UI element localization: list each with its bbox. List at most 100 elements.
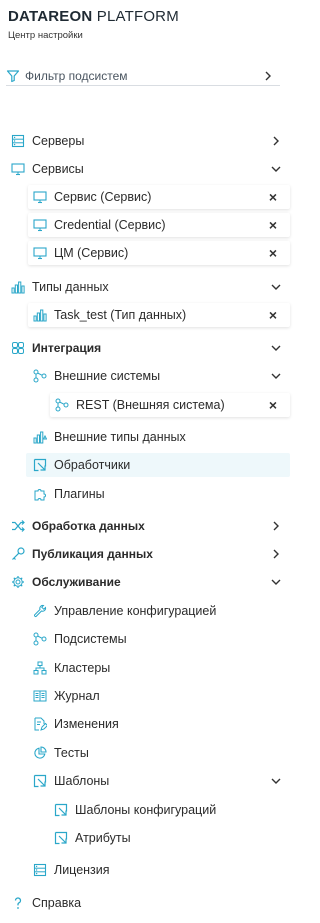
chevron-down-icon[interactable] <box>270 775 282 787</box>
nav-license-label: Лицензия <box>54 863 110 877</box>
cluster-icon <box>32 660 48 676</box>
nav-attributes[interactable]: Атрибуты <box>0 826 298 850</box>
data-type-item[interactable]: Task_test (Тип данных) × <box>28 303 290 327</box>
key-icon <box>10 546 26 562</box>
nav-templates-label: Шаблоны <box>54 774 110 788</box>
close-icon[interactable]: × <box>266 245 280 261</box>
nav-clusters-label: Кластеры <box>54 661 111 675</box>
nav-maintenance[interactable]: Обслуживание <box>0 570 298 594</box>
brand-product: PLATFORM <box>96 8 179 25</box>
gear-icon <box>10 574 26 590</box>
close-icon[interactable]: × <box>266 307 280 323</box>
nav-attributes-label: Атрибуты <box>75 831 131 845</box>
monitor-icon <box>32 245 48 261</box>
book-icon <box>32 688 48 704</box>
nav-maintenance-label: Обслуживание <box>32 575 121 589</box>
nav-services-label: Сервисы <box>32 162 84 176</box>
template-arrow-icon <box>32 773 48 789</box>
monitor-icon <box>32 189 48 205</box>
nav-data-publishing[interactable]: Публикация данных <box>0 542 298 566</box>
brand-name: DATAREON <box>8 8 93 25</box>
nav-servers[interactable]: Серверы <box>0 129 298 153</box>
close-icon[interactable]: × <box>266 189 280 205</box>
nav-journal-label: Журнал <box>54 689 100 703</box>
nav-config-management[interactable]: Управление конфигурацией <box>0 599 298 623</box>
nav-changes[interactable]: Изменения <box>0 712 298 736</box>
chevron-down-icon[interactable] <box>270 576 282 588</box>
nav-handlers-label: Обработчики <box>54 458 131 472</box>
nav-clusters[interactable]: Кластеры <box>0 656 298 680</box>
nav-license[interactable]: Лицензия <box>0 858 298 882</box>
nav-config-templates[interactable]: Шаблоны конфигураций <box>0 798 298 822</box>
nav-data-processing-label: Обработка данных <box>32 519 145 533</box>
external-system-item[interactable]: REST (Внешняя система) × <box>50 393 290 417</box>
service-item[interactable]: Сервис (Сервис) × <box>28 185 290 209</box>
filter-label: Фильтр подсистем <box>25 68 128 83</box>
chevron-down-icon[interactable] <box>270 342 282 354</box>
share-nodes-icon <box>32 368 48 384</box>
chevron-right-icon[interactable] <box>270 520 282 532</box>
nav-plugins[interactable]: Плагины <box>0 482 298 506</box>
service-item-label: Credential (Сервис) <box>54 218 166 232</box>
nav-journal[interactable]: Журнал <box>0 684 298 708</box>
pie-chart-icon <box>32 745 48 761</box>
nav-data-processing[interactable]: Обработка данных <box>0 514 298 538</box>
shuffle-icon <box>10 518 26 534</box>
data-type-item-label: Task_test (Тип данных) <box>54 308 187 322</box>
brand-title: DATAREON PLATFORM <box>8 8 179 25</box>
service-item[interactable]: Credential (Сервис) × <box>28 213 290 237</box>
brand-subtitle: Центр настройки <box>8 30 83 41</box>
close-icon[interactable]: × <box>266 397 280 413</box>
chevron-right-icon[interactable] <box>270 135 282 147</box>
nav-tests-label: Тесты <box>54 746 89 760</box>
chevron-down-icon[interactable] <box>270 370 282 382</box>
close-icon[interactable]: × <box>266 217 280 233</box>
service-item[interactable]: ЦМ (Сервис) × <box>28 241 290 265</box>
bar-chart-icon <box>10 279 26 295</box>
nav-data-publishing-label: Публикация данных <box>32 547 153 561</box>
nav-external-systems[interactable]: Внешние системы <box>0 364 298 388</box>
nav-tests[interactable]: Тесты <box>0 741 298 765</box>
nav-subsystems[interactable]: Подсистемы <box>0 627 298 651</box>
nav-handlers[interactable]: Обработчики <box>26 453 290 477</box>
monitor-icon <box>32 217 48 233</box>
plugin-icon <box>32 486 48 502</box>
data-types-icon <box>32 429 48 445</box>
nav-services[interactable]: Сервисы <box>0 157 298 181</box>
nav-help-label: Справка <box>32 896 82 910</box>
subsystem-filter[interactable]: Фильтр подсистем <box>6 66 280 86</box>
nav-help[interactable]: Справка <box>0 891 298 915</box>
nav-changes-label: Изменения <box>54 717 119 731</box>
chevron-right-icon[interactable] <box>262 70 274 82</box>
nav-data-types[interactable]: Типы данных <box>0 275 298 299</box>
chevron-right-icon[interactable] <box>270 548 282 560</box>
handler-arrow-icon <box>32 457 48 473</box>
nav-external-systems-label: Внешние системы <box>54 369 161 383</box>
wrench-icon <box>32 603 48 619</box>
filter-icon <box>6 69 20 83</box>
nav-integration[interactable]: Интеграция <box>0 336 298 360</box>
chevron-down-icon[interactable] <box>270 281 282 293</box>
nav-data-types-label: Типы данных <box>32 280 109 294</box>
bar-chart-icon <box>32 307 48 323</box>
monitor-icon <box>10 161 26 177</box>
license-icon <box>32 862 48 878</box>
question-icon <box>10 895 26 911</box>
share-nodes-icon <box>32 631 48 647</box>
external-system-item-label: REST (Внешняя система) <box>76 398 225 412</box>
nav-external-data-types-label: Внешние типы данных <box>54 430 186 444</box>
template-arrow-icon <box>53 802 69 818</box>
puzzle-icon <box>10 340 26 356</box>
nav-templates[interactable]: Шаблоны <box>0 769 298 793</box>
service-item-label: ЦМ (Сервис) <box>54 246 129 260</box>
nav-integration-label: Интеграция <box>32 341 102 355</box>
nav-servers-label: Серверы <box>32 134 85 148</box>
chevron-down-icon[interactable] <box>270 163 282 175</box>
edit-document-icon <box>32 716 48 732</box>
nav-external-data-types[interactable]: Внешние типы данных <box>0 425 298 449</box>
nav-config-management-label: Управление конфигурацией <box>54 604 217 618</box>
template-arrow-icon <box>53 830 69 846</box>
server-icon <box>10 133 26 149</box>
nav-subsystems-label: Подсистемы <box>54 632 127 646</box>
nav-plugins-label: Плагины <box>54 487 105 501</box>
